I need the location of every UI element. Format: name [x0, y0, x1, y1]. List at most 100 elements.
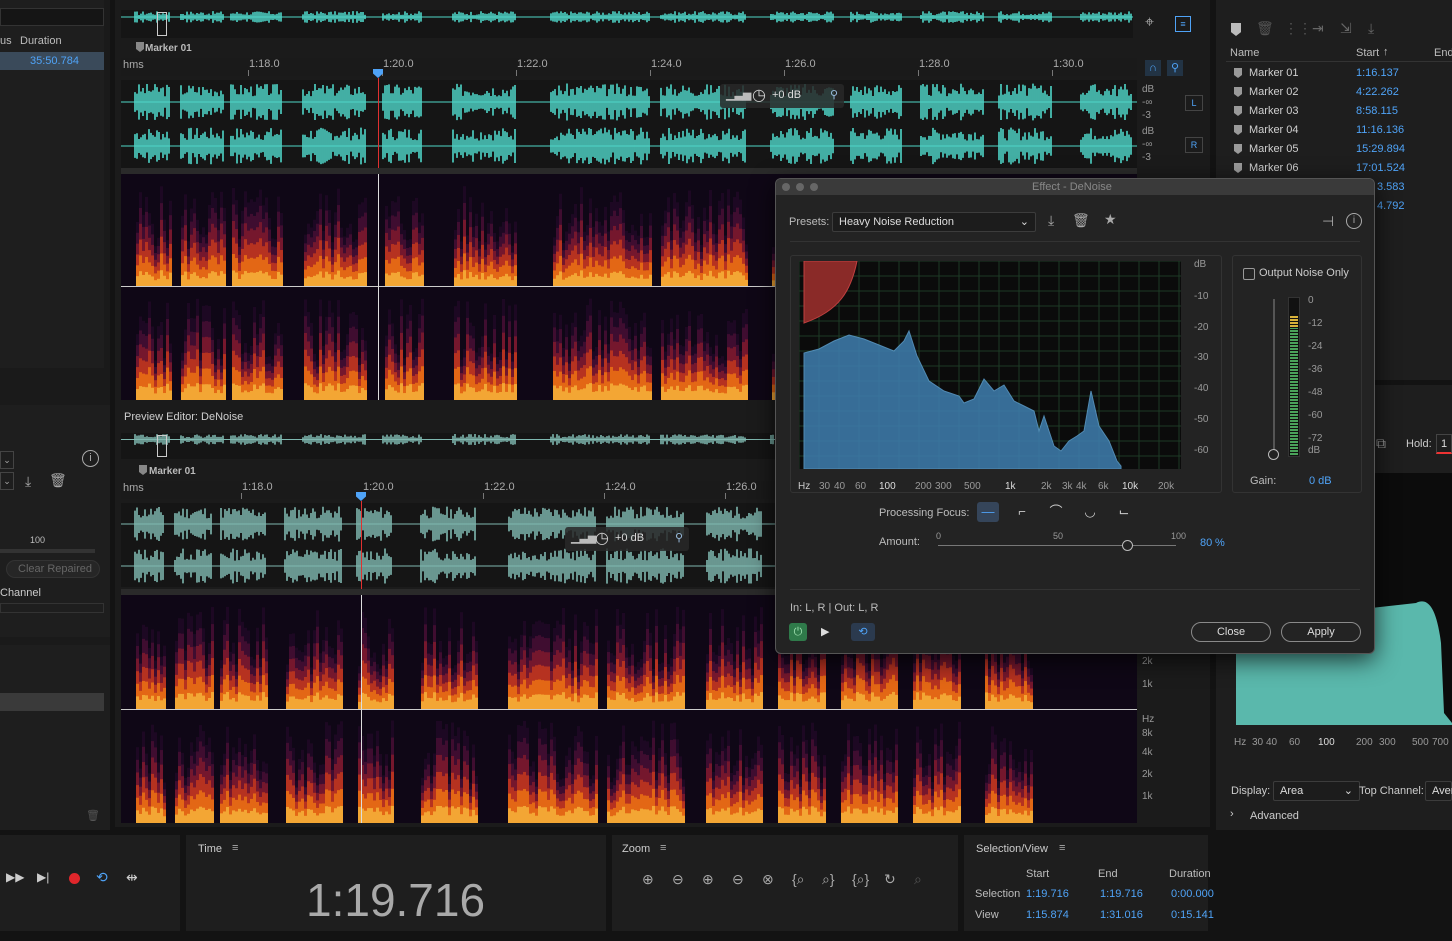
copy-icon[interactable]: ⧉ [1376, 435, 1386, 452]
playhead-handle[interactable] [356, 492, 366, 501]
playhead-handle[interactable] [373, 69, 383, 78]
marker-flag-icon[interactable] [136, 42, 144, 52]
panel-menu-icon[interactable]: ≡ [232, 842, 238, 854]
waveform-left-channel[interactable] [121, 80, 1137, 124]
zoom-reset-icon[interactable]: ↻ [884, 871, 896, 888]
effect-select[interactable]: ⌄ [0, 451, 14, 469]
gain-knob-icon[interactable]: ◷ [752, 85, 766, 105]
focus-low-frequencies-button[interactable]: ⌙ [1113, 502, 1135, 522]
zoom-to-out-point-icon[interactable]: ⌕} [822, 871, 835, 888]
hold-select[interactable]: 1 [1436, 434, 1452, 454]
marker-row[interactable]: Marker 06 17:01.524 [1230, 159, 1452, 178]
info-icon[interactable]: i [1346, 213, 1362, 229]
column-duration[interactable]: Duration [20, 35, 62, 47]
column-name[interactable]: Name [1230, 47, 1259, 59]
selection-duration[interactable]: 0:00.000 [1171, 888, 1214, 900]
snap-icon[interactable]: ∩ [1145, 60, 1161, 76]
time-ruler[interactable]: hms 1:18.0 1:20.0 1:22.0 1:24.0 1:26.0 1… [121, 58, 1137, 76]
save-preset-icon[interactable]: ⤓ [25, 473, 31, 490]
overview-viewport[interactable] [157, 12, 167, 36]
overview-waveform[interactable] [120, 10, 1133, 38]
clear-repaired-button[interactable]: Clear Repaired [6, 560, 100, 578]
file-row-selected[interactable]: 35:50.784 [0, 52, 104, 70]
zoom-to-in-point-icon[interactable]: {⌕ [792, 871, 805, 888]
dialog-titlebar[interactable]: Effect - DeNoise [776, 179, 1374, 195]
record-icon[interactable] [69, 873, 80, 884]
close-button[interactable]: Close [1191, 622, 1271, 642]
column-start[interactable]: Start [1356, 47, 1379, 59]
zoom-to-track-icon[interactable]: ⌕ [914, 871, 922, 888]
channel-R-toggle[interactable]: R [1185, 137, 1203, 153]
zoom-to-selection-icon[interactable]: {⌕} [852, 871, 869, 888]
focus-all-frequencies-button[interactable]: — [977, 502, 999, 522]
marker-flag-icon[interactable] [139, 465, 147, 475]
zoom-in-amplitude-icon[interactable]: ⊕ [642, 871, 654, 888]
gain-slider-handle[interactable] [1268, 449, 1279, 460]
marker-row[interactable]: Marker 01 1:16.137 [1230, 64, 1452, 83]
output-noise-only-checkbox[interactable] [1243, 268, 1255, 280]
channel-L-toggle[interactable]: L [1185, 95, 1203, 111]
apply-button[interactable]: Apply [1281, 622, 1361, 642]
channel-field[interactable] [0, 603, 104, 613]
favorite-star-icon[interactable]: ★ [1104, 211, 1117, 228]
minimize-window-icon[interactable] [796, 183, 804, 191]
marker-row[interactable]: Marker 03 8:58.115 [1230, 102, 1452, 121]
selected-row[interactable] [0, 693, 104, 711]
focus-high-low-frequencies-button[interactable]: ◡ [1079, 502, 1101, 522]
fast-forward-icon[interactable]: ▶▶ [6, 870, 24, 884]
zoom-window-icon[interactable] [810, 183, 818, 191]
view-duration[interactable]: 0:15.141 [1171, 909, 1214, 921]
save-preset-icon[interactable]: ⤓ [1048, 212, 1054, 229]
panel-menu-icon[interactable]: ≡ [1059, 842, 1065, 854]
presets-select[interactable]: Heavy Noise Reduction ⌄ [832, 212, 1036, 232]
loop-playback-button[interactable]: ⟲ [851, 623, 875, 641]
waveform-right-channel[interactable] [121, 545, 775, 587]
zoom-out-time-icon[interactable]: ⊖ [732, 871, 744, 888]
overview-waveform[interactable] [120, 433, 775, 459]
marker-snap-icon[interactable]: ⚲ [1167, 60, 1183, 76]
marker-toolbar-icon[interactable] [1231, 23, 1241, 36]
marker-row[interactable]: Marker 05 15:29.894 [1230, 140, 1452, 159]
zoom-out-amplitude-icon[interactable]: ⊖ [672, 871, 684, 888]
view-start[interactable]: 1:15.874 [1026, 909, 1069, 921]
display-select[interactable]: Area ⌄ [1273, 781, 1360, 801]
marker-row[interactable]: Marker 02 4:22.262 [1230, 83, 1452, 102]
gain-slider-track[interactable] [1273, 299, 1275, 451]
files-search-field[interactable] [0, 8, 104, 26]
preset-select[interactable]: ⌄ [0, 472, 14, 490]
power-toggle-button[interactable]: ⏻ [789, 623, 807, 641]
export-icon[interactable]: ⇲ [1340, 20, 1352, 37]
selection-start[interactable]: 1:19.716 [1026, 888, 1069, 900]
view-end[interactable]: 1:31.016 [1100, 909, 1143, 921]
gain-knob-icon[interactable]: ◷ [595, 528, 609, 548]
marker-label[interactable]: Marker 01 [145, 43, 192, 54]
merge-markers-icon[interactable]: ⋮⋮ [1284, 20, 1312, 37]
marker-start[interactable]: 3.583 [1377, 181, 1405, 193]
marker-label[interactable]: Marker 01 [149, 466, 196, 477]
marker-row[interactable]: Marker 04 11:16.136 [1230, 121, 1452, 140]
column-end[interactable]: End [1434, 47, 1452, 59]
delete-marker-icon[interactable]: 🗑 [1256, 20, 1274, 37]
marker-start[interactable]: 4.792 [1377, 200, 1405, 212]
pin-icon[interactable]: ⚲ [675, 531, 683, 544]
loop-playback-icon[interactable]: ⟲ [96, 869, 108, 886]
gain-value[interactable]: 0 dB [1309, 475, 1332, 487]
hud-gain[interactable]: ▁▃▅ ◷ +0 dB ⚲ [565, 527, 689, 551]
pin-icon[interactable]: ⚲ [830, 88, 838, 101]
top-channel-select[interactable]: Aver [1425, 781, 1452, 801]
slider-track[interactable] [0, 549, 95, 553]
insert-into-playlist-icon[interactable]: ⇥ [1312, 20, 1324, 37]
batch-icon[interactable]: ⤓ [1368, 20, 1374, 37]
noise-spectrum-graph[interactable] [798, 260, 1181, 470]
info-icon[interactable]: i [82, 450, 99, 467]
routing-icon[interactable]: ⊣ [1322, 213, 1334, 230]
zoom-in-time-icon[interactable]: ⊕ [702, 871, 714, 888]
chevron-right-icon[interactable]: › [1230, 808, 1234, 820]
panel-menu-icon[interactable]: ≡ [660, 842, 666, 854]
focus-mid-frequencies-button[interactable]: ⌒ [1045, 502, 1067, 522]
spectral-view-icon[interactable]: ≡ [1175, 16, 1191, 32]
amount-slider-handle[interactable] [1122, 540, 1134, 551]
selection-end[interactable]: 1:19.716 [1100, 888, 1143, 900]
skip-selection-icon[interactable]: ⇹ [126, 869, 138, 886]
delete-preset-icon[interactable]: 🗑 [1072, 212, 1090, 229]
